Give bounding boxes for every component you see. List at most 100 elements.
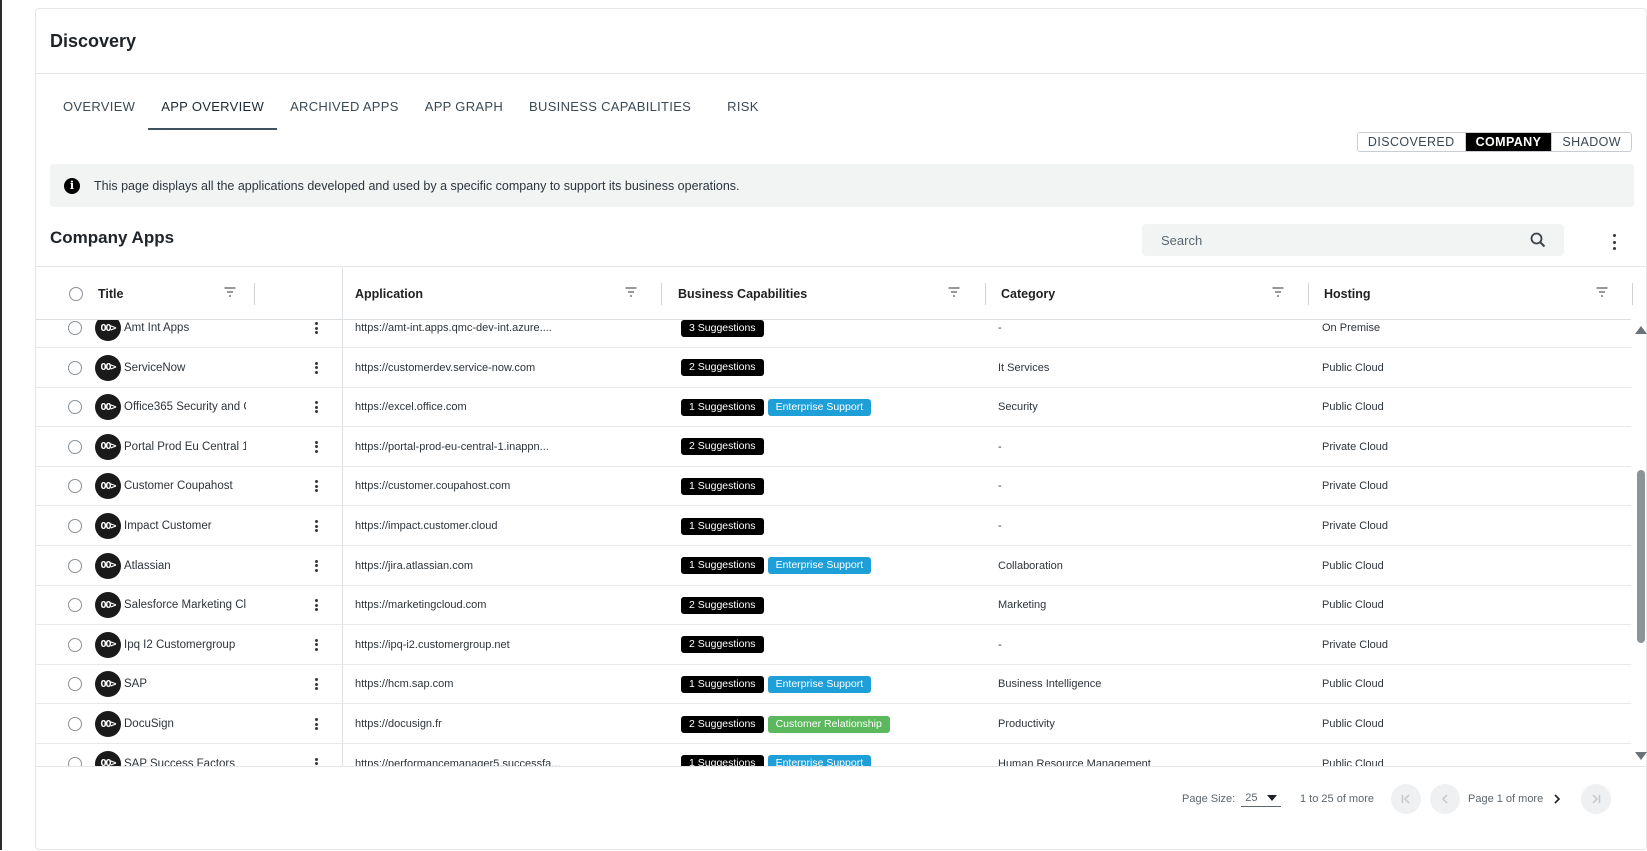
title-cell[interactable]: OO> Amt Int Apps (95, 320, 255, 348)
title-cell[interactable]: OO> SAP (95, 664, 255, 704)
table-row[interactable]: OO> Atlassian https://jira.atlassian.com 1 … (36, 546, 1631, 586)
row-select-radio[interactable] (68, 439, 82, 454)
row-actions-icon[interactable] (311, 322, 321, 334)
title-cell[interactable]: OO>Salesforce Marketing Cloud (95, 585, 255, 625)
column-business-capabilities[interactable]: Business Capabilities (678, 267, 972, 320)
row-select-radio[interactable] (68, 756, 82, 766)
capability-badge: Enterprise Support (767, 557, 872, 575)
category-cell: Collaboration (998, 559, 1063, 572)
title-cell[interactable]: OO>Portal Prod Eu Central 1 Inappn (95, 427, 255, 467)
column-hosting[interactable]: Hosting (1324, 267, 1620, 320)
application-cell: https://jira.atlassian.com (355, 559, 473, 572)
filter-icon[interactable] (625, 287, 637, 297)
application-cell: https://ipq-i2.customergroup.net (355, 638, 510, 651)
last-page-button[interactable] (1581, 784, 1611, 814)
row-actions-icon[interactable] (311, 559, 321, 572)
table-row[interactable]: OO> Customer Coupahost https://customer.co… (36, 466, 1631, 507)
first-page-button[interactable] (1391, 784, 1421, 814)
toggle-shadow[interactable]: SHADOW (1551, 133, 1631, 151)
row-select-radio[interactable] (68, 558, 82, 573)
row-actions-icon[interactable] (311, 599, 321, 612)
table-row[interactable]: OO> SAP https://hcm.sap.com 1 Suggestions En… (36, 664, 1631, 705)
tab-overview[interactable]: OVERVIEW (50, 86, 148, 130)
table-row[interactable]: OO> Impact Customer https://impact.custome… (36, 506, 1631, 546)
info-banner: i This page displays all the application… (50, 164, 1634, 207)
category-cell: Business Intelligence (998, 678, 1102, 691)
next-page-button[interactable] (1542, 784, 1572, 814)
row-actions-icon[interactable] (311, 401, 321, 414)
application-cell: https://hcm.sap.com (355, 678, 454, 691)
row-select-radio[interactable] (68, 321, 82, 335)
more-options-icon[interactable] (1608, 234, 1620, 250)
row-actions-icon[interactable] (311, 718, 321, 730)
tab-risk[interactable]: RISK (714, 86, 772, 130)
title-cell[interactable]: OO> Ipq I2 Customergroup (95, 625, 255, 665)
table-row[interactable]: OO> Amt Int Apps https://amt-int.apps.qmc-… (36, 320, 1631, 348)
page-size-select[interactable]: 25 (1241, 791, 1282, 807)
row-select-radio[interactable] (68, 479, 82, 494)
scroll-down-icon[interactable] (1635, 752, 1647, 760)
app-title: SAP Success Factors (124, 757, 235, 766)
tab-app-graph[interactable]: APP GRAPH (412, 86, 516, 130)
row-actions-icon[interactable] (311, 678, 321, 691)
title-cell[interactable]: OO> Atlassian (95, 546, 255, 586)
table-row[interactable]: OO> SAP Success Factors https://performanc… (36, 744, 1631, 766)
capabilities-cell: 1 Suggestions Enterprise Support (681, 546, 981, 586)
vertical-scrollbar[interactable] (1632, 320, 1647, 766)
filter-icon[interactable] (1596, 287, 1608, 297)
scrollbar-thumb[interactable] (1637, 470, 1645, 643)
table-row[interactable]: OO>Office365 Security and Compliance http… (36, 387, 1631, 428)
previous-page-button[interactable] (1430, 784, 1460, 814)
window-edge (0, 0, 2, 850)
scroll-up-icon[interactable] (1635, 326, 1647, 334)
app-logo-icon: OO> (95, 750, 121, 766)
toggle-discovered[interactable]: DISCOVERED (1357, 133, 1465, 151)
row-actions-icon[interactable] (311, 361, 321, 374)
search-input[interactable] (1161, 232, 1530, 248)
row-select-radio[interactable] (68, 519, 82, 533)
app-logo-icon: OO> (95, 354, 121, 381)
column-title[interactable]: Title (98, 267, 248, 320)
tab-app-overview[interactable]: APP OVERVIEW (148, 86, 278, 130)
title-cell[interactable]: OO> DocuSign (95, 704, 255, 744)
row-select-radio[interactable] (68, 637, 82, 652)
filter-icon[interactable] (224, 287, 236, 297)
title-cell[interactable]: OO> Customer Coupahost (95, 466, 255, 506)
table-row[interactable]: OO> ServiceNow https://customerdev.service… (36, 348, 1631, 388)
row-actions-icon[interactable] (311, 440, 321, 453)
filter-icon[interactable] (948, 287, 960, 297)
application-cell: https://customerdev.service-now.com (355, 361, 536, 374)
table-row[interactable]: OO>Portal Prod Eu Central 1 Inappn https:… (36, 427, 1631, 467)
row-actions-icon[interactable] (311, 757, 321, 766)
select-all-radio[interactable] (69, 286, 83, 301)
select-all-cell (69, 267, 89, 320)
search-icon[interactable] (1530, 232, 1546, 248)
row-actions-icon[interactable] (311, 480, 321, 493)
capabilities-cell: 2 Suggestions (681, 585, 981, 625)
row-select-radio[interactable] (68, 360, 82, 375)
row-select-radio[interactable] (68, 717, 82, 731)
title-cell[interactable]: OO>Office365 Security and Compliance (95, 387, 255, 427)
view-toggle: DISCOVERED COMPANY SHADOW (1356, 132, 1632, 152)
title-cell[interactable]: OO> Impact Customer (95, 506, 255, 546)
row-select-radio[interactable] (68, 598, 82, 613)
page-size-value: 25 (1245, 791, 1258, 804)
table-row[interactable]: OO> Ipq I2 Customergroup https://ipq-i2.cu… (36, 625, 1631, 665)
tab-business-capabilities[interactable]: BUSINESS CAPABILITIES (516, 86, 704, 130)
row-select-radio[interactable] (68, 677, 82, 692)
title-cell[interactable]: OO> SAP Success Factors (95, 744, 255, 766)
row-select-radio[interactable] (68, 400, 82, 415)
title-cell[interactable]: OO> ServiceNow (95, 348, 255, 388)
row-actions-icon[interactable] (311, 520, 321, 532)
column-category[interactable]: Category (1001, 267, 1296, 320)
table-row[interactable]: OO>Salesforce Marketing Cloud https://mar… (36, 585, 1631, 626)
filter-icon[interactable] (1272, 287, 1284, 297)
capabilities-cell: 2 Suggestions Customer Relationship (681, 704, 981, 744)
table-row[interactable]: OO> DocuSign https://docusign.fr 2 Suggesti… (36, 704, 1631, 744)
capabilities-cell: 2 Suggestions (681, 348, 981, 388)
row-actions-icon[interactable] (311, 638, 321, 651)
tab-archived-apps[interactable]: ARCHIVED APPS (277, 86, 412, 130)
column-application[interactable]: Application (355, 267, 649, 320)
toggle-company[interactable]: COMPANY (1464, 133, 1552, 151)
category-cell: - (998, 480, 1002, 493)
